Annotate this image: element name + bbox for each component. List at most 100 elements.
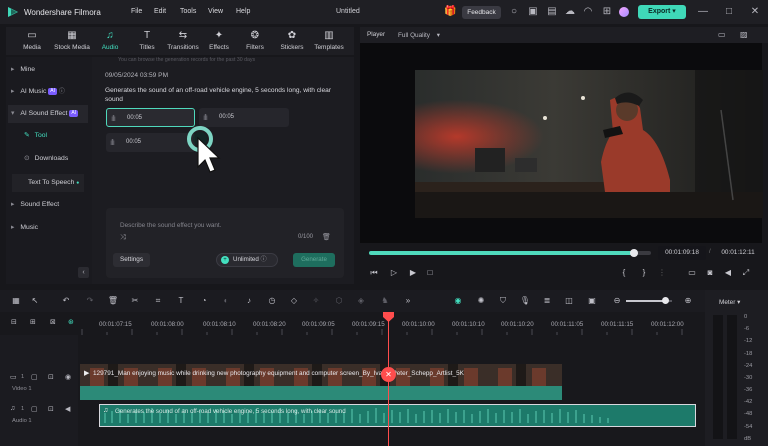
cut-icon[interactable]: ✂ [129, 295, 141, 307]
avatar[interactable] [619, 7, 629, 17]
circle-status-icon[interactable]: ○ [508, 6, 520, 18]
snapshot-image-icon[interactable]: ▨ [740, 30, 748, 39]
undo-icon[interactable]: ↶ [60, 295, 72, 307]
unlimited-credits-badge[interactable]: + Unlimited ⓘ [216, 253, 278, 267]
folder-icon[interactable]: ▢ [31, 373, 38, 381]
play-loop-icon[interactable]: ▶ [407, 267, 419, 279]
link-icon[interactable]: ⊞ [30, 318, 36, 326]
mask-icon[interactable]: ⬡ [333, 295, 345, 307]
image-icon[interactable]: ▤ [546, 6, 558, 18]
playhead-handle[interactable] [383, 312, 394, 322]
grid-icon[interactable]: ⊞ [601, 6, 613, 18]
minimize-icon[interactable]: — [697, 6, 709, 18]
auto-ripple-icon[interactable]: ⊛ [68, 318, 74, 326]
menu-edit[interactable]: Edit [154, 8, 166, 15]
info-icon[interactable]: ⓘ [59, 89, 65, 95]
split-view-icon[interactable]: ⋮ [656, 267, 668, 279]
scrub-handle[interactable] [630, 249, 638, 257]
sidebar-item-ai-music[interactable]: ▸ AI Music AI ⓘ [8, 83, 88, 101]
zoom-in-icon[interactable]: ⊕ [682, 295, 694, 307]
select-cursor-icon[interactable]: ↖ [29, 295, 41, 307]
menu-file[interactable]: File [131, 8, 142, 15]
sidebar-item-ai-sound-effect[interactable]: ▾ AI Sound Effect AI [8, 105, 88, 123]
folder-icon[interactable]: ▢ [31, 405, 38, 413]
layout-icon[interactable]: ▦ [10, 295, 22, 307]
tab-filters[interactable]: ❂ Filters [235, 29, 275, 55]
magnet-icon[interactable]: ⊠ [50, 318, 56, 326]
speaker-icon[interactable]: ◀ [65, 405, 70, 413]
tab-templates[interactable]: ▥ Templates [309, 29, 349, 55]
sound-description-input[interactable]: Describe the sound effect you want. [120, 222, 221, 229]
snapshot-icon[interactable]: ◙ [704, 267, 716, 279]
export-button[interactable]: Export ▾ [638, 5, 686, 19]
ai-tool-icon[interactable]: ✧ [310, 295, 322, 307]
trash-icon[interactable]: 🗑 [322, 233, 331, 241]
add-track-icon[interactable]: ⊟ [11, 318, 17, 326]
feedback-button[interactable]: Feedback [462, 6, 501, 19]
maximize-icon[interactable]: □ [723, 6, 735, 18]
scrub-progress[interactable] [369, 251, 633, 255]
sidebar-item-music[interactable]: ▸ Music [8, 219, 88, 237]
camera-icon[interactable]: ▣ [527, 6, 539, 18]
tab-titles[interactable]: T Titles [127, 29, 167, 55]
sidebar-item-tool[interactable]: ✎ Tool [14, 127, 86, 145]
redo-icon[interactable]: ↷ [84, 295, 96, 307]
play-icon[interactable]: ▷ [388, 267, 400, 279]
fullscreen-icon[interactable]: ⤢ [740, 267, 752, 279]
sidebar-item-text-to-speech[interactable]: Text To Speech ● [12, 174, 84, 192]
render-preview-icon[interactable]: ◉ [452, 295, 464, 307]
tab-stickers[interactable]: ✿ Stickers [272, 29, 312, 55]
menu-tools[interactable]: Tools [180, 8, 196, 15]
picture-in-picture-icon[interactable]: ▣ [586, 295, 598, 307]
more-tools-icon[interactable]: » [402, 295, 414, 307]
volume-icon[interactable]: ◀ [722, 267, 734, 279]
lock-icon[interactable]: ⊡ [48, 373, 54, 381]
sidebar-item-sound-effect[interactable]: ▸ Sound Effect [8, 196, 88, 214]
delete-icon[interactable]: 🗑 [107, 295, 119, 307]
stabilize-icon[interactable]: ◈ [355, 295, 367, 307]
shuffle-icon[interactable]: ⤨ [120, 234, 126, 242]
compare-view-icon[interactable]: ▭ [718, 30, 726, 39]
crop-icon[interactable]: ⌗ [152, 295, 164, 307]
lock-icon[interactable]: ⊡ [48, 405, 54, 413]
close-icon[interactable]: ✕ [749, 6, 761, 18]
gift-icon[interactable]: 🎁 [444, 6, 456, 18]
tab-media[interactable]: ▭ Media [12, 29, 52, 55]
mark-in-icon[interactable]: { [618, 267, 630, 279]
keyframe-icon[interactable]: ◇ [288, 295, 300, 307]
audio-adjust-icon[interactable]: ♪ [243, 295, 255, 307]
headset-icon[interactable]: ◠ [582, 6, 594, 18]
zoom-slider-handle[interactable] [662, 297, 669, 304]
mark-out-icon[interactable]: } [638, 267, 650, 279]
snap-icon[interactable]: ✺ [475, 295, 487, 307]
stop-icon[interactable]: □ [424, 267, 436, 279]
microphone-icon[interactable]: 🎙 [519, 295, 531, 307]
motion-icon[interactable]: ♞ [379, 295, 391, 307]
menu-help[interactable]: Help [236, 8, 250, 15]
timer-icon[interactable]: ◷ [266, 295, 278, 307]
quality-dropdown[interactable]: Full Quality ▾ [398, 31, 440, 39]
eye-icon[interactable]: ◉ [65, 373, 71, 381]
tab-effects[interactable]: ✦ Effects [199, 29, 239, 55]
voiceover-list-icon[interactable]: ≣ [541, 295, 553, 307]
speed-icon[interactable]: ◔ [198, 295, 210, 307]
cloud-icon[interactable]: ☁ [564, 6, 576, 18]
previous-frame-icon[interactable]: ⏮ [368, 267, 380, 279]
zoom-out-icon[interactable]: ⊖ [611, 295, 623, 307]
settings-button[interactable]: Settings [113, 253, 150, 267]
collapse-sidebar-button[interactable]: ‹ [78, 267, 89, 278]
sidebar-item-downloads[interactable]: ⊙ Downloads [14, 150, 86, 168]
marker-icon[interactable]: ⛉ [497, 295, 509, 307]
tab-audio[interactable]: ♫ Audio [90, 29, 130, 55]
generate-button[interactable]: Generate [293, 253, 335, 267]
tab-stock-media[interactable]: ▦ Stock Media [52, 29, 92, 55]
color-icon[interactable]: ◐ [220, 295, 232, 307]
split-scissors-icon[interactable]: ✕ [381, 367, 396, 382]
menu-view[interactable]: View [208, 8, 223, 15]
tab-transitions[interactable]: ⇆ Transitions [163, 29, 203, 55]
text-icon[interactable]: T [175, 295, 187, 307]
sidebar-item-mine[interactable]: ▸ Mine [8, 61, 88, 79]
meter-title[interactable]: Meter ▾ [719, 298, 740, 306]
ai-copilot-icon[interactable]: ◫ [563, 295, 575, 307]
display-icon[interactable]: ▭ [686, 267, 698, 279]
